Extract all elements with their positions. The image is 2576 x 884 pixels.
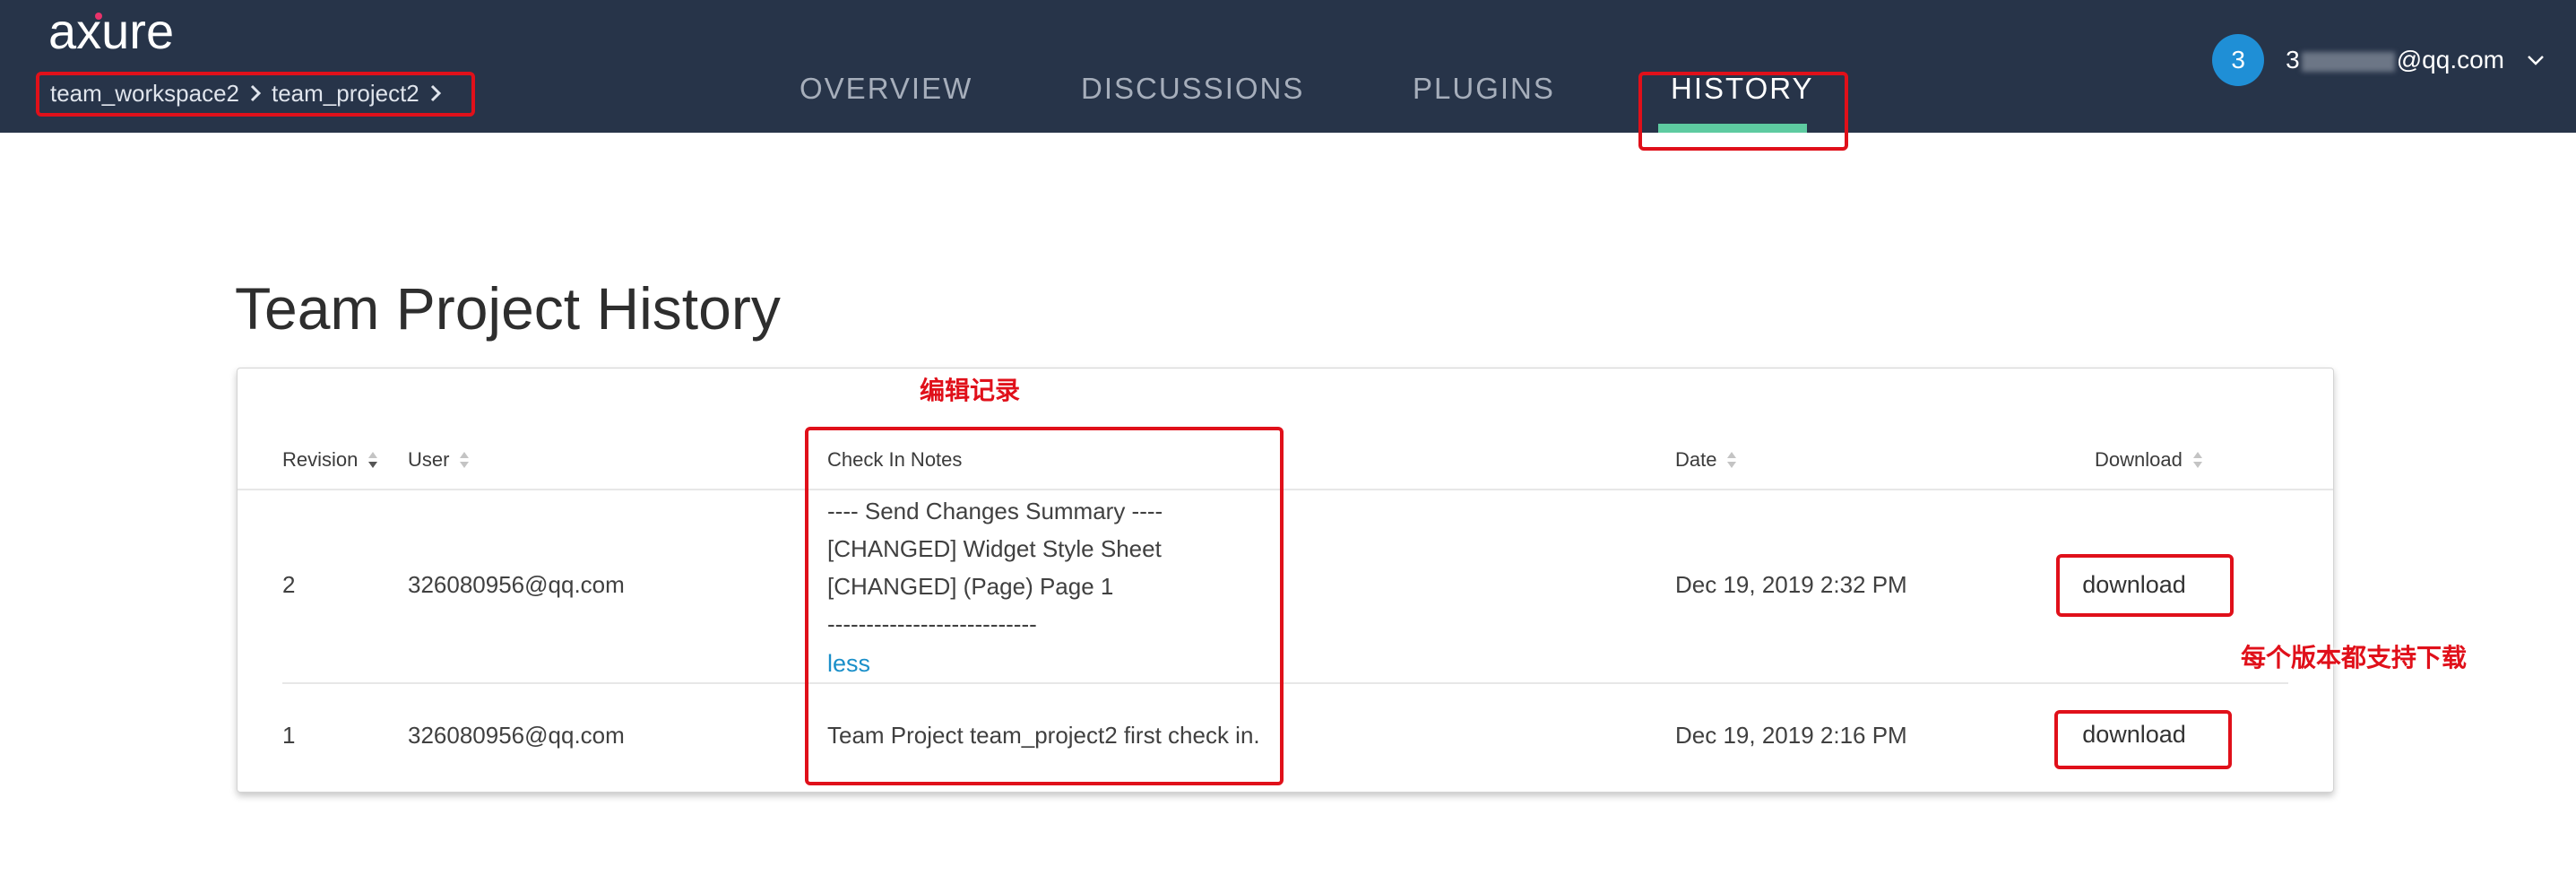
page-title: Team Project History bbox=[235, 275, 781, 342]
annotation-box-history-tab bbox=[1638, 72, 1848, 151]
sort-icon[interactable] bbox=[458, 450, 471, 470]
tab-discussions[interactable]: DISCUSSIONS bbox=[1081, 72, 1304, 106]
annotation-box-download-1 bbox=[2056, 554, 2234, 617]
user-email-suffix: @qq.com bbox=[2396, 46, 2504, 74]
user-email-prefix: 3 bbox=[2286, 46, 2300, 74]
annotation-label-edit-record: 编辑记录 bbox=[920, 376, 1021, 405]
annotation-box-check-in-notes bbox=[805, 427, 1284, 785]
revision-cell: 2 bbox=[282, 571, 296, 598]
column-header-label: User bbox=[408, 448, 450, 471]
column-header-revision[interactable]: Revision bbox=[282, 435, 379, 485]
user-cell: 326080956@qq.com bbox=[408, 722, 625, 749]
date-cell: Dec 19, 2019 2:16 PM bbox=[1675, 722, 1907, 749]
user-cell: 326080956@qq.com bbox=[408, 571, 625, 598]
annotation-box-breadcrumb bbox=[36, 72, 475, 117]
header-divider bbox=[238, 489, 2333, 490]
column-header-label: Download bbox=[2095, 448, 2183, 471]
column-header-date[interactable]: Date bbox=[1675, 435, 1738, 485]
sort-icon[interactable] bbox=[2191, 450, 2204, 470]
sort-icon[interactable] bbox=[367, 450, 379, 470]
row-divider bbox=[282, 682, 2288, 684]
user-email[interactable]: 3 @qq.com bbox=[2286, 46, 2504, 74]
revision-cell: 1 bbox=[282, 722, 296, 749]
history-table: Revision User Check In Notes Date Downlo… bbox=[237, 368, 2334, 793]
user-menu[interactable]: 3 3 @qq.com bbox=[2212, 34, 2547, 86]
column-header-label: Date bbox=[1675, 448, 1717, 471]
column-header-download[interactable]: Download bbox=[2095, 435, 2204, 485]
redacted-mask bbox=[2301, 51, 2395, 72]
chevron-down-icon[interactable] bbox=[2524, 48, 2547, 72]
sort-icon[interactable] bbox=[1725, 450, 1738, 470]
avatar[interactable]: 3 bbox=[2212, 34, 2265, 86]
annotation-label-download-note: 每个版本都支持下载 bbox=[2241, 643, 2468, 672]
column-header-user[interactable]: User bbox=[408, 435, 471, 485]
tab-plugins[interactable]: PLUGINS bbox=[1413, 72, 1555, 106]
date-cell: Dec 19, 2019 2:32 PM bbox=[1675, 571, 1907, 598]
column-header-label: Revision bbox=[282, 448, 359, 471]
annotation-box-download-2 bbox=[2054, 710, 2232, 769]
tab-overview[interactable]: OVERVIEW bbox=[800, 72, 972, 106]
